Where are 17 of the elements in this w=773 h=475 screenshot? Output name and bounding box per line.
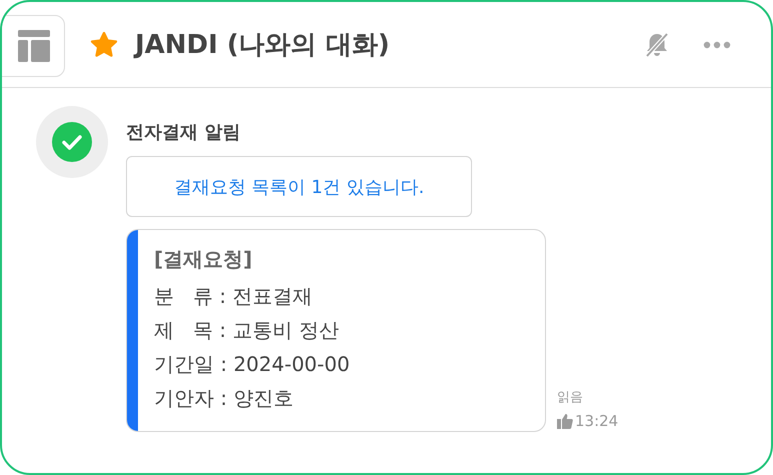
layout-icon (18, 30, 50, 62)
message-time: 13:24 (575, 412, 618, 430)
sender-name: 전자결재 알림 (126, 121, 240, 144)
layout-button[interactable] (2, 14, 65, 76)
card-line: 분 류 : 전표결재 (154, 283, 314, 310)
check-circle-icon (52, 122, 92, 162)
bell-off-icon[interactable] (643, 30, 671, 58)
thumbs-up-icon (557, 413, 573, 429)
chat-title: JANDI (나와의 대화) (135, 29, 390, 62)
read-label: 읽음 (557, 389, 584, 406)
card-line: 제 목 : 교통비 정산 (154, 317, 340, 344)
request-list-button[interactable]: 결재요청 목록이 1건 있습니다. (126, 156, 472, 217)
card-title: [결재요청] (154, 246, 254, 273)
card-line: 기안자 : 양진호 (154, 385, 294, 412)
more-icon[interactable] (703, 40, 731, 48)
star-icon[interactable] (89, 30, 119, 60)
card-line: 기간일 : 2024-00-00 (154, 351, 350, 378)
